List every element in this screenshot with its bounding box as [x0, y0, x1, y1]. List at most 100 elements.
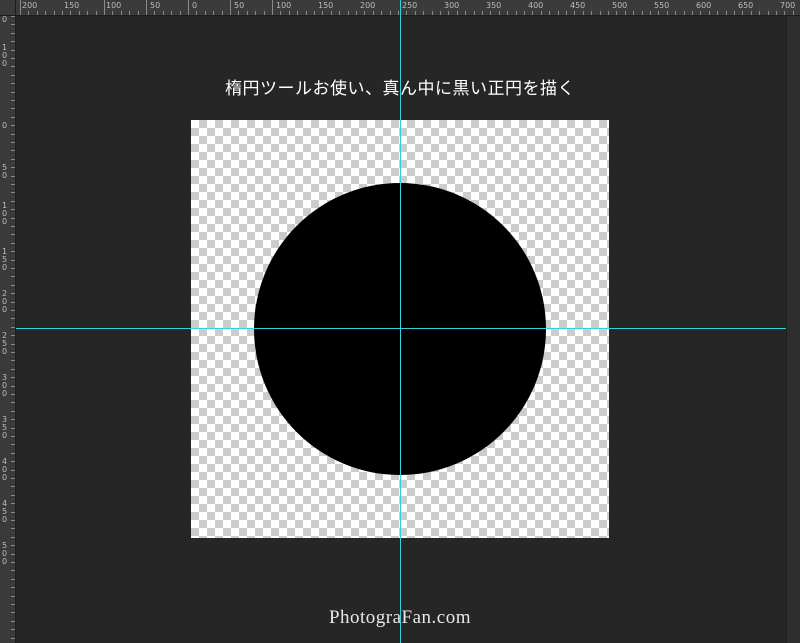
ruler-tick [759, 11, 760, 15]
ruler-tick [700, 11, 701, 15]
ruler-tick [11, 470, 15, 471]
ruler-tick [11, 176, 15, 177]
ruler-tick [11, 344, 15, 345]
ruler-tick [79, 11, 80, 15]
ruler-tick [70, 11, 71, 15]
vertical-ruler[interactable]: 0 100 0 50 100 150 200 250 300 350 400 4… [0, 16, 16, 643]
ruler-tick [11, 41, 15, 42]
ruler-tick [188, 0, 189, 15]
ruler-tick [11, 520, 15, 521]
ruler-label: 50 [234, 1, 245, 10]
ruler-tick [205, 11, 206, 15]
ruler-tick [776, 11, 777, 15]
ruler-label: 500 [612, 1, 628, 10]
ruler-tick [11, 50, 15, 51]
ruler-tick [11, 377, 15, 378]
ruler-tick [11, 528, 15, 529]
ruler-tick [490, 11, 491, 15]
ruler-tick [11, 16, 15, 17]
ruler-tick [11, 302, 15, 303]
ruler-label: 350 [2, 415, 8, 440]
ruler-label: 400 [528, 1, 544, 10]
ruler-tick [11, 554, 15, 555]
ruler-tick [356, 11, 357, 15]
ruler-tick [163, 11, 164, 15]
ruler-tick [11, 108, 15, 109]
ruler-tick [11, 100, 15, 101]
ruler-tick [322, 11, 323, 15]
ruler-tick [238, 11, 239, 15]
ruler-tick [675, 11, 676, 15]
ruler-tick [524, 11, 525, 15]
ruler-tick [11, 335, 15, 336]
ruler-tick [11, 360, 15, 361]
ruler-label: 150 [2, 247, 8, 272]
ruler-tick [11, 260, 15, 261]
ruler-tick [381, 11, 382, 15]
ruler-tick [11, 327, 15, 328]
ruler-label: 300 [2, 373, 8, 398]
ruler-tick [11, 33, 15, 34]
ruler-tick [11, 150, 15, 151]
vertical-scrollbar[interactable] [786, 16, 800, 643]
ruler-tick [11, 58, 15, 59]
ruler-tick [171, 11, 172, 15]
ruler-tick [348, 11, 349, 15]
ruler-tick [440, 11, 441, 15]
ruler-tick [600, 11, 601, 15]
ruler-tick [11, 419, 15, 420]
ruler-tick [415, 11, 416, 15]
ruler-tick [709, 11, 710, 15]
ruler-tick [11, 453, 15, 454]
ruler-label: 150 [64, 1, 80, 10]
ruler-tick [20, 0, 21, 15]
ruler-tick [11, 209, 15, 210]
ruler-tick [121, 11, 122, 15]
ruler-tick [11, 243, 15, 244]
ruler-tick [717, 11, 718, 15]
ruler-tick [280, 11, 281, 15]
ruler-tick [11, 495, 15, 496]
ruler-label: 100 [2, 201, 8, 226]
ruler-tick [138, 11, 139, 15]
ruler-tick [11, 386, 15, 387]
ruler-label: 300 [444, 1, 460, 10]
ruler-tick [247, 11, 248, 15]
ruler-tick [112, 11, 113, 15]
ruler-tick [222, 11, 223, 15]
ruler-tick [398, 11, 399, 15]
ruler-label: 450 [570, 1, 586, 10]
horizontal-guide[interactable] [16, 328, 786, 329]
ruler-tick [154, 11, 155, 15]
ruler-tick [11, 24, 15, 25]
ruler-tick [11, 596, 15, 597]
ruler-tick [734, 11, 735, 15]
ruler-tick [146, 0, 147, 15]
ruler-tick [11, 167, 15, 168]
ruler-tick [11, 134, 15, 135]
ruler-label: 700 [780, 1, 796, 10]
ruler-label: 400 [2, 457, 8, 482]
ruler-label: 500 [2, 541, 8, 566]
ruler-tick [11, 125, 15, 126]
ruler-tick [230, 0, 231, 15]
ruler-tick [423, 11, 424, 15]
ruler-tick [11, 285, 15, 286]
ruler-tick [11, 276, 15, 277]
ruler-tick [104, 0, 105, 15]
ruler-tick [465, 11, 466, 15]
ruler-tick [11, 310, 15, 311]
ruler-tick [583, 11, 584, 15]
ruler-tick [45, 11, 46, 15]
ruler-tick [574, 11, 575, 15]
ruler-tick [11, 537, 15, 538]
ruler-tick [591, 11, 592, 15]
ruler-tick [11, 512, 15, 513]
ruler-tick [499, 11, 500, 15]
ruler-tick [11, 369, 15, 370]
ruler-tick [406, 11, 407, 15]
ruler-tick [11, 268, 15, 269]
ruler-tick [11, 411, 15, 412]
ruler-tick [331, 11, 332, 15]
ruler-tick [11, 629, 15, 630]
